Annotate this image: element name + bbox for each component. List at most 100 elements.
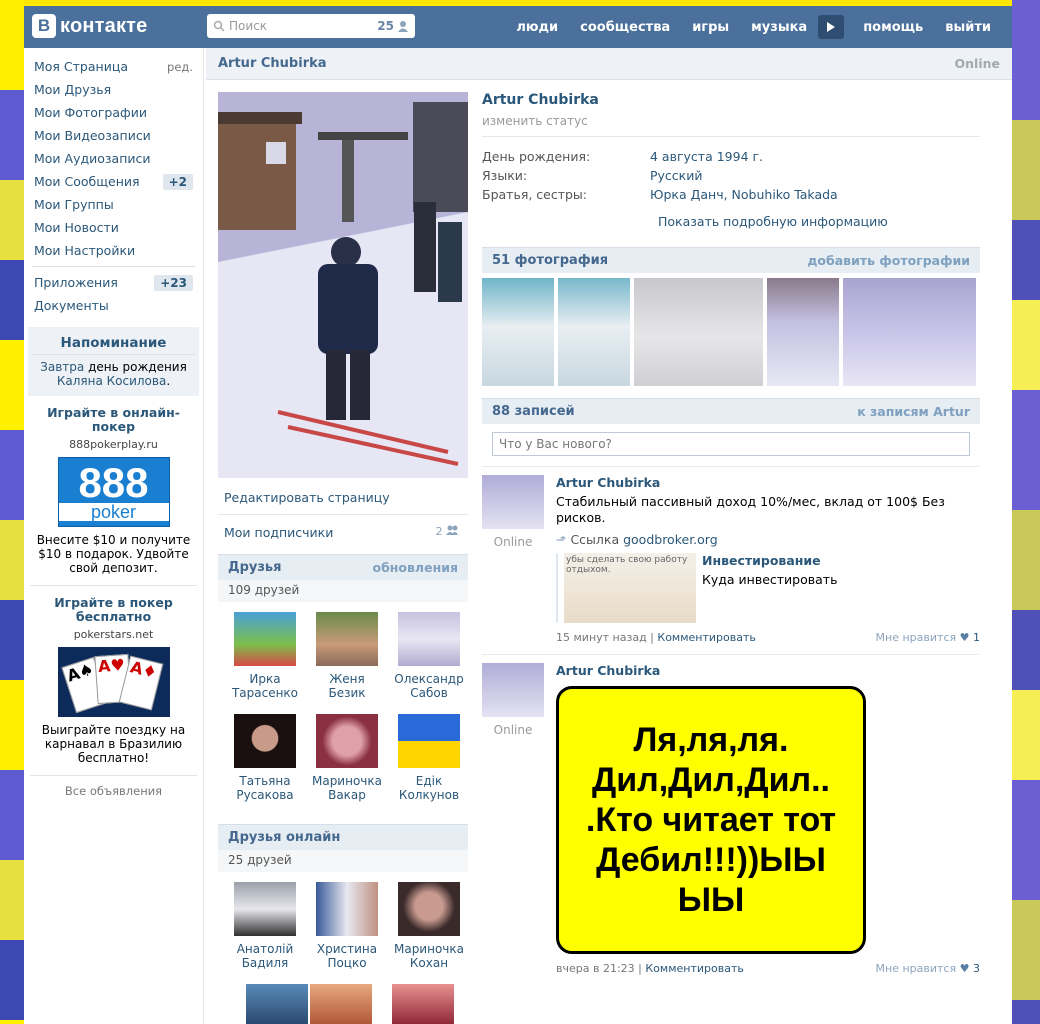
post-avatar[interactable] xyxy=(482,663,544,717)
wall-header[interactable]: 88 записей к записям Artur xyxy=(482,398,980,424)
sidebar-item-docs[interactable]: Документы xyxy=(24,294,203,317)
nav-help[interactable]: помощь xyxy=(852,20,934,35)
apps-badge: +23 xyxy=(154,274,193,291)
photos-header[interactable]: 51 фотография добавить фотографии xyxy=(482,247,980,273)
info-key: Языки: xyxy=(482,168,528,183)
post-attachment[interactable]: убы сделать свою работу отдыхом. Инвести… xyxy=(556,553,980,623)
friend-avatar xyxy=(234,612,296,666)
post-link-row: ⬏ Ссылка goodbroker.org xyxy=(556,532,980,547)
info-value-link[interactable]: Русский xyxy=(650,168,702,183)
info-value-link[interactable]: 4 августа 1994 г. xyxy=(650,149,763,164)
friend-avatar xyxy=(316,612,378,666)
attachment-title[interactable]: Инвестирование xyxy=(702,553,837,568)
nav-people[interactable]: люди xyxy=(505,20,569,35)
comment-link[interactable]: Комментировать xyxy=(657,631,755,644)
play-icon xyxy=(827,22,836,32)
search-count: 25 xyxy=(377,19,394,33)
post-link[interactable]: goodbroker.org xyxy=(623,532,718,547)
edit-link[interactable]: ред. xyxy=(167,60,193,74)
reminder-tomorrow-link[interactable]: Завтра xyxy=(40,360,84,374)
photo-thumb[interactable] xyxy=(767,278,839,386)
ad-888poker[interactable]: Играйте в онлайн-покер 888pokerplay.ru 8… xyxy=(30,396,197,586)
sidebar-item-label: Мои Видеозаписи xyxy=(34,128,151,143)
subscribers-label: Мои подписчики xyxy=(224,525,334,540)
friend-last-name: Сабов xyxy=(410,686,448,700)
new-post-input[interactable]: Что у Вас нового? xyxy=(492,432,970,456)
friend-last-name: Безик xyxy=(328,686,366,700)
post-online: Online xyxy=(493,723,533,737)
messages-badge: +2 xyxy=(162,173,193,190)
friends-header[interactable]: Друзья обновления xyxy=(218,554,468,580)
sidebar-item-audio[interactable]: Мои Аудиозаписи xyxy=(24,147,203,170)
sidebar-item-videos[interactable]: Мои Видеозаписи xyxy=(24,124,203,147)
friend-item[interactable]: Татьяна Русакова xyxy=(224,714,306,802)
ad-title[interactable]: Играйте в покер бесплатно xyxy=(34,596,193,624)
ad-pokerstars[interactable]: Играйте в покер бесплатно pokerstars.net… xyxy=(30,586,197,776)
search-input[interactable]: Поиск 25 xyxy=(207,14,415,38)
post-author[interactable]: Artur Chubirka xyxy=(556,475,980,490)
friends-online-header[interactable]: Друзья онлайн xyxy=(218,824,468,850)
sidebar-item-friends[interactable]: Мои Друзья xyxy=(24,78,203,101)
subscribers-link[interactable]: Мои подписчики 2 xyxy=(218,525,468,540)
ad-image-number: 888 xyxy=(78,459,149,506)
friend-online-item[interactable]: Мариночка Кохан xyxy=(388,882,470,970)
comment-link[interactable]: Комментировать xyxy=(645,962,743,975)
add-photos-link[interactable]: добавить фотографии xyxy=(807,253,970,268)
sidebar-item-photos[interactable]: Мои Фотографии xyxy=(24,101,203,124)
post-avatar[interactable] xyxy=(482,475,544,529)
sidebar-item-messages[interactable]: Мои Сообщения +2 xyxy=(24,170,203,193)
change-status-link[interactable]: изменить статус xyxy=(482,114,980,137)
top-header: В контакте Поиск 25 люди сообщества игры… xyxy=(24,6,1012,48)
friend-item[interactable]: Ирка Тарасенко xyxy=(224,612,306,700)
nav-communities[interactable]: сообщества xyxy=(569,20,681,35)
search-icon xyxy=(213,20,225,32)
sidebar-item-news[interactable]: Мои Новости xyxy=(24,216,203,239)
photo-thumb[interactable] xyxy=(843,278,976,386)
sidebar-item-settings[interactable]: Мои Настройки xyxy=(24,239,203,262)
profile-header: Artur Chubirka Online xyxy=(206,48,1012,80)
ad-image-cards[interactable]: A♠ A♥ A♦ xyxy=(57,647,170,717)
info-value-link[interactable]: Юрка Данч, Nobuhiko Takada xyxy=(650,187,838,202)
sidebar-item-my-page[interactable]: Моя Страница ред. xyxy=(24,55,203,78)
friend-avatar[interactable] xyxy=(246,984,308,1024)
attachment-image[interactable]: убы сделать свою работу отдыхом. xyxy=(564,553,696,623)
like-button[interactable]: Мне нравится ♥ 3 xyxy=(876,962,980,975)
friend-item[interactable]: Едік Колкунов xyxy=(388,714,470,802)
photo-thumb[interactable] xyxy=(634,278,763,386)
nav-games[interactable]: игры xyxy=(681,20,740,35)
post-image[interactable]: Ля,ля,ля. Дил,Дил,Дил.. .Кто читает тот … xyxy=(556,686,866,954)
friend-avatar xyxy=(234,714,296,768)
photo-thumb[interactable] xyxy=(482,278,554,386)
ad-title[interactable]: Играйте в онлайн-покер xyxy=(34,406,193,434)
friend-avatar[interactable] xyxy=(310,984,372,1024)
nav-logout[interactable]: выйти xyxy=(934,20,1002,35)
photo-thumb[interactable] xyxy=(558,278,630,386)
friend-item[interactable]: Женя Безик xyxy=(306,612,388,700)
photos-title: 51 фотография xyxy=(492,253,609,268)
friends-updates-link[interactable]: обновления xyxy=(372,560,458,575)
wall-title: 88 записей xyxy=(492,404,575,419)
post-time[interactable]: вчера в 21:23 xyxy=(556,962,635,975)
nav-music[interactable]: музыка xyxy=(740,20,818,35)
all-ads-link[interactable]: Все объявления xyxy=(24,776,203,806)
reminder-name-link[interactable]: Каляна Косилова xyxy=(57,374,166,388)
friend-item[interactable]: Олександр Сабов xyxy=(388,612,470,700)
play-button[interactable] xyxy=(818,15,845,39)
friend-item[interactable]: Мариночка Вакар xyxy=(306,714,388,802)
vk-logo[interactable]: В контакте xyxy=(32,14,148,38)
show-more-info-link[interactable]: Показать подробную информацию xyxy=(658,214,980,229)
friend-online-item[interactable]: Христина Поцко xyxy=(306,882,388,970)
ad-image-888poker[interactable]: 888 poker xyxy=(57,457,170,527)
profile-photo[interactable] xyxy=(218,92,468,478)
post-author[interactable]: Artur Chubirka xyxy=(556,663,980,678)
like-button[interactable]: Мне нравится ♥ 1 xyxy=(876,631,980,644)
sidebar-item-groups[interactable]: Мои Группы xyxy=(24,193,203,216)
edit-page-link[interactable]: Редактировать страницу xyxy=(218,490,468,505)
wall-link[interactable]: к записям Artur xyxy=(857,404,970,419)
friend-avatar xyxy=(316,882,378,936)
friend-avatar[interactable] xyxy=(392,984,454,1024)
friend-online-item[interactable]: Анатолій Бадиля xyxy=(224,882,306,970)
post-time[interactable]: 15 минут назад xyxy=(556,631,647,644)
divider xyxy=(32,266,195,267)
sidebar-item-apps[interactable]: Приложения +23 xyxy=(24,271,203,294)
